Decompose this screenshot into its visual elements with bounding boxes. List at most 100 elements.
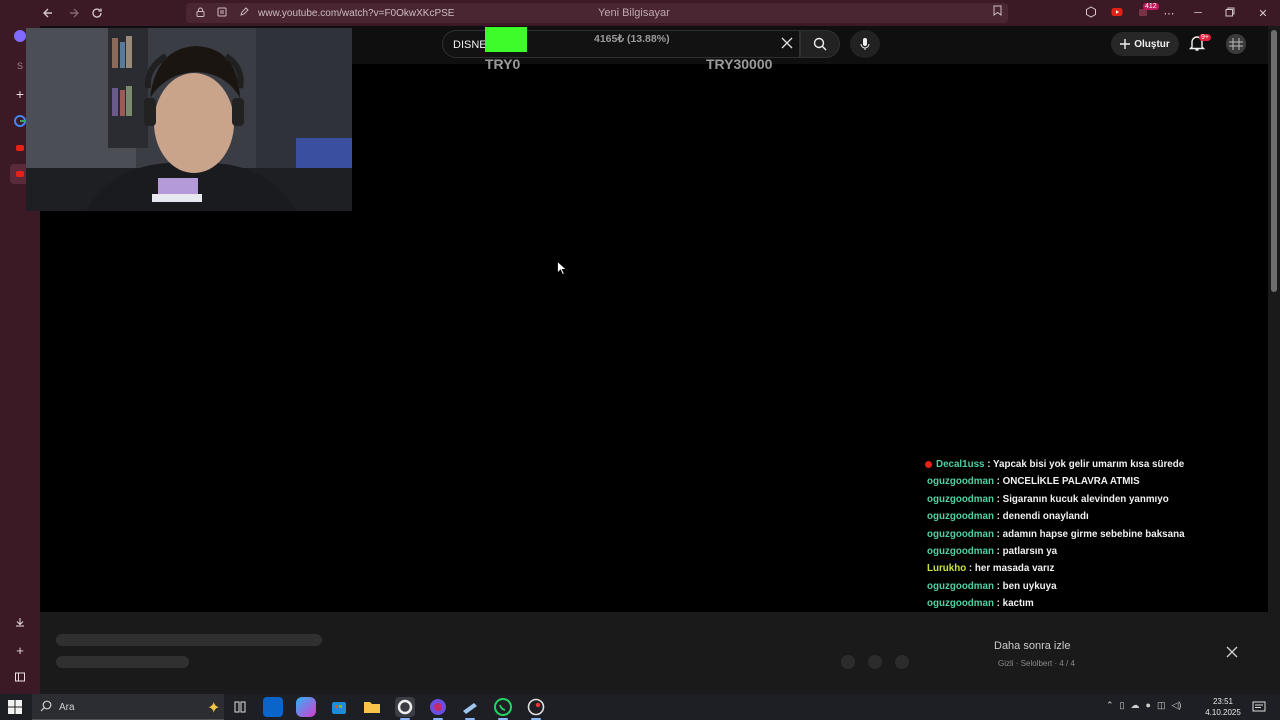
chat-username[interactable]: oguzgoodman: [927, 494, 994, 505]
clear-search-icon[interactable]: [781, 36, 793, 52]
create-button-label: Oluştur: [1134, 38, 1170, 50]
page-scrollbar[interactable]: [1268, 26, 1280, 694]
windows-start-icon[interactable]: [8, 700, 22, 714]
bookmark-icon[interactable]: [993, 5, 1002, 19]
tray-mic-icon[interactable]: ●: [1146, 700, 1151, 711]
scrollbar-thumb[interactable]: [1271, 30, 1277, 292]
notifications-badge: 9+: [1199, 34, 1211, 41]
system-tray: ⌃ ▯ ☁ ● ◫ ◁): [1106, 700, 1181, 711]
plus-icon: [1120, 39, 1131, 49]
chat-badge-icon: [925, 460, 932, 468]
chat-text: : denendi onaylandı: [996, 511, 1089, 523]
chat-username[interactable]: oguzgoodman: [927, 598, 994, 609]
voice-search-button[interactable]: [850, 30, 880, 58]
clock-date: 4.10.2025: [1205, 708, 1241, 717]
file-explorer-icon[interactable]: [362, 697, 382, 717]
url-text[interactable]: www.youtube.com/watch?v=F0OkwXKcPSE: [258, 8, 454, 19]
tray-network-icon[interactable]: ◫: [1157, 700, 1166, 711]
download-icon[interactable]: [10, 612, 30, 632]
chat-message: oguzgoodman : ben uykuya: [922, 578, 1262, 595]
microphone-icon: [860, 38, 870, 50]
opera-taskbar-icon[interactable]: [395, 697, 415, 720]
title-skeleton: [56, 634, 322, 646]
skeleton-dots: [841, 655, 909, 669]
chat-message: oguzgoodman : denendi onaylandı: [922, 508, 1262, 525]
youtube-extension-icon[interactable]: [1104, 7, 1130, 20]
chat-username[interactable]: oguzgoodman: [927, 581, 994, 592]
reload-icon[interactable]: [85, 1, 109, 25]
watch-later-title[interactable]: Daha sonra izle: [994, 640, 1070, 652]
chat-username[interactable]: oguzgoodman: [927, 529, 994, 540]
notification-center-icon[interactable]: [1252, 700, 1266, 714]
search-icon: [40, 700, 52, 715]
browser-toolbar-right: 412 ⋯ ─ ✕: [1078, 0, 1280, 26]
minimize-icon[interactable]: ─: [1182, 7, 1214, 19]
chat-text: : kactım: [996, 598, 1034, 610]
forward-icon[interactable]: [62, 1, 86, 25]
subtitle-skeleton: [56, 656, 189, 668]
donation-goal-min: TRY0: [485, 56, 521, 72]
chat-text: : her masada varız: [968, 563, 1055, 575]
profile-name: Yeni Bilgisayar: [598, 7, 670, 19]
extension-cube-icon[interactable]: [1078, 5, 1104, 21]
chat-message: oguzgoodman : ONCELİKLE PALAVRA ATMIS: [922, 473, 1262, 490]
discord-taskbar-icon[interactable]: [428, 697, 448, 720]
chat-message: oguzgoodman : adamın hapse girme sebebin…: [922, 526, 1262, 543]
restore-icon[interactable]: [1214, 7, 1246, 20]
chat-username[interactable]: Lurukho: [927, 563, 966, 574]
close-window-icon[interactable]: ✕: [1246, 7, 1280, 20]
donation-goal-progress-text: 4165₺ (13.88%): [594, 33, 670, 45]
taskbar-search-placeholder: Ara: [59, 702, 75, 713]
avatar[interactable]: [1226, 34, 1246, 54]
chat-text: : adamın hapse girme sebebine baksana: [996, 528, 1185, 540]
chat-message: Lurukho : her masada varız: [922, 560, 1262, 577]
chat-username[interactable]: oguzgoodman: [927, 511, 994, 522]
store-icon[interactable]: [329, 697, 349, 717]
tray-volume-icon[interactable]: ◁): [1171, 700, 1181, 711]
chat-message: oguzgoodman : Sigaranın kucuk alevinden …: [922, 491, 1262, 508]
chat-username[interactable]: Decal1uss: [936, 459, 984, 470]
taskbar-search[interactable]: Ara ✦: [32, 694, 224, 720]
mouse-cursor: [557, 260, 568, 280]
address-bar[interactable]: www.youtube.com/watch?v=F0OkwXKcPSE Yeni…: [186, 3, 1008, 23]
chat-text: : ben uykuya: [996, 580, 1057, 592]
steam-icon[interactable]: [460, 697, 480, 720]
menu-dots-icon[interactable]: ⋯: [1156, 7, 1182, 20]
chat-text: : Sigaranın kucuk alevinden yanmıyo: [996, 493, 1169, 505]
close-playlist-icon[interactable]: [1226, 645, 1238, 661]
tray-cloud-icon[interactable]: ☁: [1131, 700, 1140, 711]
video-info-area: [40, 612, 1268, 694]
clock-time: 23:51: [1212, 697, 1234, 706]
chat-username[interactable]: oguzgoodman: [927, 546, 994, 557]
chat-text: : ONCELİKLE PALAVRA ATMIS: [996, 476, 1140, 488]
outlook-icon[interactable]: [263, 697, 283, 717]
back-icon[interactable]: [36, 1, 60, 25]
chat-message: oguzgoodman : patlarsın ya: [922, 543, 1262, 560]
search-button[interactable]: [800, 30, 840, 58]
obs-icon[interactable]: [526, 697, 546, 720]
donation-goal-progress-fill: [485, 27, 527, 52]
whatsapp-icon[interactable]: [493, 697, 513, 720]
webcam-overlay: [26, 28, 352, 211]
add-panel-icon[interactable]: +: [10, 640, 30, 660]
watch-later-subtitle: Gizli · Selolbert · 4 / 4: [998, 659, 1075, 668]
browser-titlebar: www.youtube.com/watch?v=F0OkwXKcPSE Yeni…: [0, 0, 1280, 26]
chat-message: Decal1uss : Yapcak bisi yok gelir umarım…: [922, 456, 1262, 473]
lock-icon[interactable]: [192, 7, 208, 20]
sidebar-toggle-icon[interactable]: [10, 667, 30, 687]
task-view-icon[interactable]: [230, 697, 250, 717]
copilot-icon[interactable]: [296, 697, 316, 717]
tray-chevron-icon[interactable]: ⌃: [1106, 700, 1114, 711]
chat-username[interactable]: oguzgoodman: [927, 476, 994, 487]
donation-goal-max: TRY30000: [706, 56, 773, 72]
tray-device-icon[interactable]: ▯: [1120, 700, 1125, 711]
taskbar-clock[interactable]: 23:51 4.10.2025: [1200, 696, 1246, 718]
chat-text: : patlarsın ya: [996, 545, 1058, 557]
search-icon: [813, 37, 827, 51]
create-button[interactable]: Oluştur: [1111, 32, 1179, 56]
chat-text: : Yapcak bisi yok gelir umarım kısa süre…: [987, 459, 1185, 470]
page-info-icon[interactable]: [214, 7, 230, 20]
edit-icon[interactable]: [236, 6, 252, 20]
chat-line-cutoff: [922, 444, 1262, 456]
extensions-icon[interactable]: 412: [1130, 2, 1159, 21]
